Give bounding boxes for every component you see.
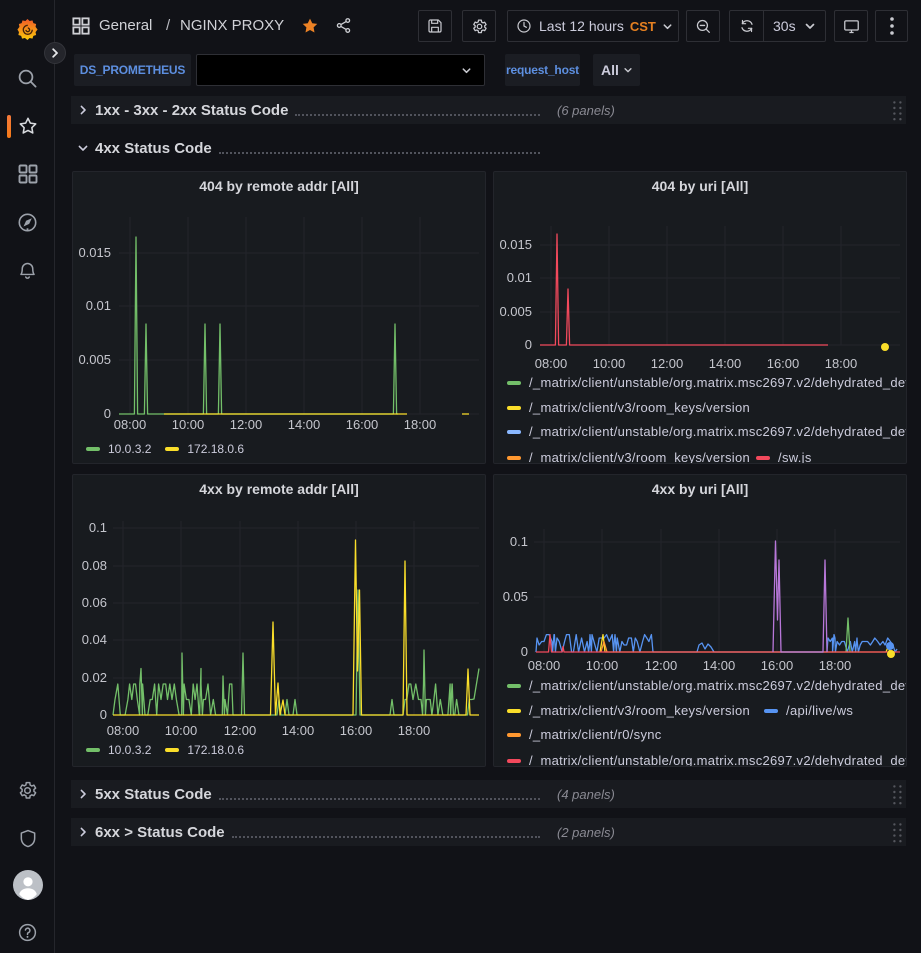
svg-text:10:00: 10:00 xyxy=(172,417,205,432)
svg-text:12:00: 12:00 xyxy=(645,658,678,673)
svg-text:0.06: 0.06 xyxy=(82,595,107,610)
svg-text:10:00: 10:00 xyxy=(593,356,626,371)
svg-text:16:00: 16:00 xyxy=(340,723,373,738)
svg-text:0: 0 xyxy=(104,406,111,421)
svg-text:16:00: 16:00 xyxy=(346,417,379,432)
svg-text:0.015: 0.015 xyxy=(499,237,532,252)
svg-text:0.01: 0.01 xyxy=(507,270,532,285)
svg-text:0.005: 0.005 xyxy=(78,352,111,367)
svg-text:12:00: 12:00 xyxy=(224,723,257,738)
svg-text:0.08: 0.08 xyxy=(82,558,107,573)
svg-text:10:00: 10:00 xyxy=(165,723,198,738)
svg-text:18:00: 18:00 xyxy=(404,417,437,432)
svg-text:14:00: 14:00 xyxy=(709,356,742,371)
svg-text:0: 0 xyxy=(521,644,528,659)
svg-text:14:00: 14:00 xyxy=(282,723,315,738)
svg-text:0.05: 0.05 xyxy=(503,589,528,604)
svg-text:18:00: 18:00 xyxy=(825,356,858,371)
svg-text:12:00: 12:00 xyxy=(230,417,263,432)
svg-text:0.1: 0.1 xyxy=(510,534,528,549)
svg-text:10:00: 10:00 xyxy=(586,658,619,673)
svg-text:18:00: 18:00 xyxy=(819,658,852,673)
svg-text:0.01: 0.01 xyxy=(86,298,111,313)
svg-text:0.005: 0.005 xyxy=(499,304,532,319)
svg-text:12:00: 12:00 xyxy=(651,356,684,371)
svg-text:0.02: 0.02 xyxy=(82,670,107,685)
svg-text:14:00: 14:00 xyxy=(288,417,321,432)
svg-text:08:00: 08:00 xyxy=(535,356,568,371)
svg-text:16:00: 16:00 xyxy=(767,356,800,371)
svg-text:08:00: 08:00 xyxy=(114,417,147,432)
svg-text:14:00: 14:00 xyxy=(703,658,736,673)
svg-text:16:00: 16:00 xyxy=(761,658,794,673)
svg-text:18:00: 18:00 xyxy=(398,723,431,738)
svg-text:08:00: 08:00 xyxy=(107,723,140,738)
svg-text:0: 0 xyxy=(100,707,107,722)
svg-text:08:00: 08:00 xyxy=(528,658,561,673)
svg-text:0.1: 0.1 xyxy=(89,520,107,535)
svg-text:0: 0 xyxy=(525,337,532,352)
svg-text:0.04: 0.04 xyxy=(82,632,107,647)
svg-text:0.015: 0.015 xyxy=(78,245,111,260)
